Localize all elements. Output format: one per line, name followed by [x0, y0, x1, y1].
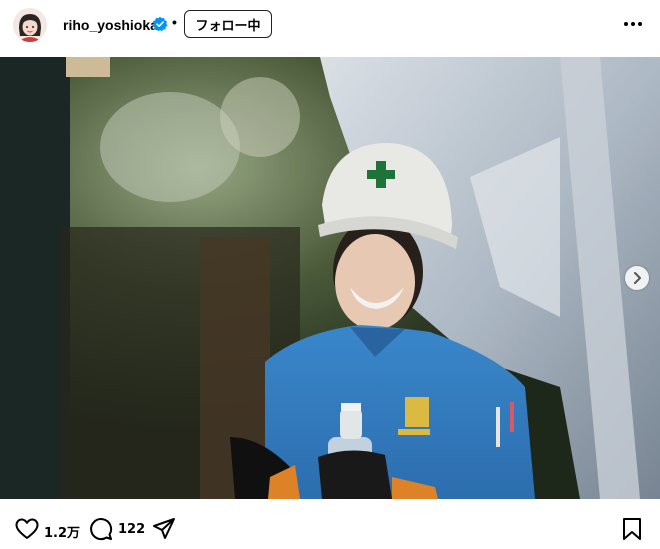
avatar[interactable] [13, 8, 47, 42]
comment-icon[interactable] [88, 516, 114, 542]
chevron-right-icon [634, 272, 641, 284]
like-count[interactable]: 1.2万 [44, 522, 80, 541]
post-photo[interactable] [0, 57, 660, 499]
post-header: riho_yoshioka • フォロー中 [0, 0, 660, 54]
comment-count[interactable]: 122 [118, 522, 145, 537]
following-button[interactable]: フォロー中 [184, 10, 272, 38]
next-slide-button[interactable] [625, 266, 649, 290]
separator-dot: • [172, 14, 177, 30]
heart-icon[interactable] [14, 516, 40, 542]
share-icon[interactable] [151, 516, 177, 542]
post-actions: 1.2万 122 [0, 506, 660, 549]
verified-badge-icon [152, 16, 168, 32]
bookmark-icon[interactable] [619, 516, 645, 542]
more-options-icon[interactable] [622, 14, 644, 34]
username-link[interactable]: riho_yoshioka [63, 17, 158, 33]
